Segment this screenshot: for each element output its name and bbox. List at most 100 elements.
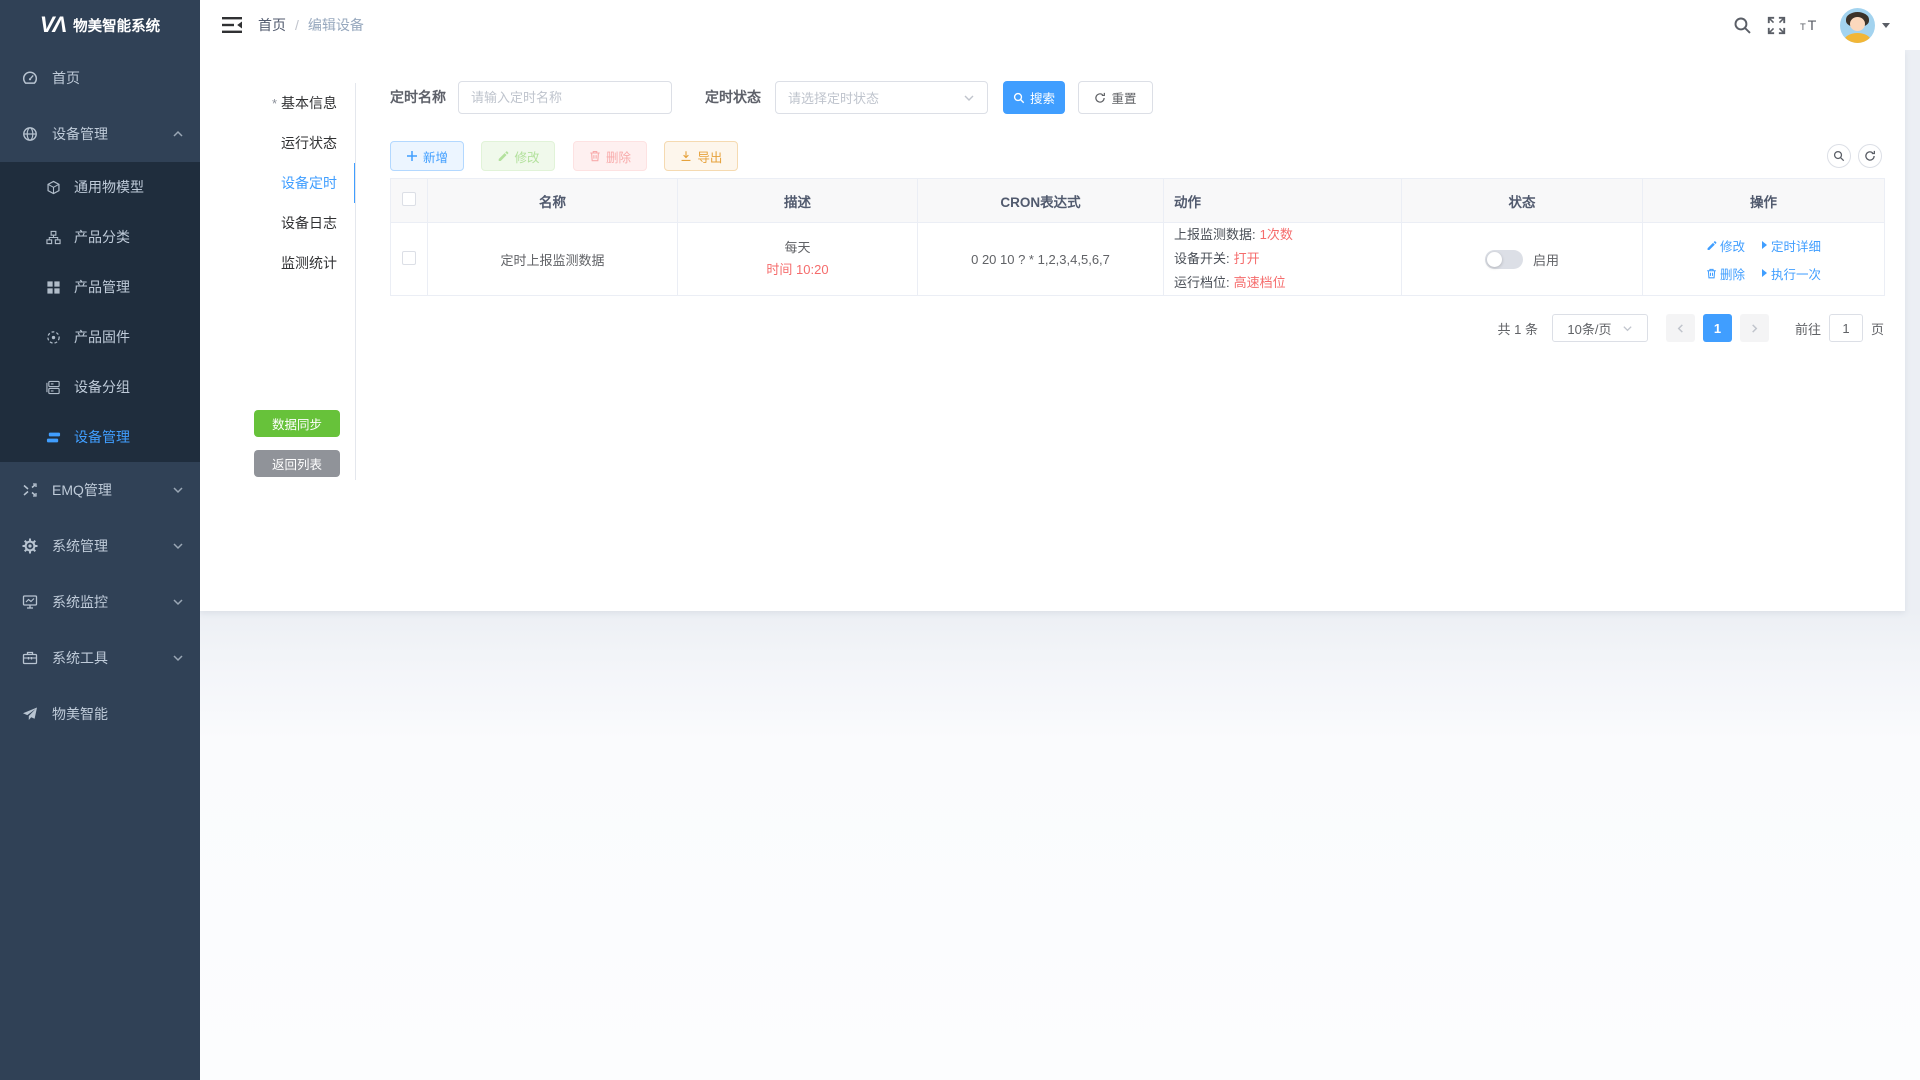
grid-icon <box>46 280 61 295</box>
action-value: 高速档位 <box>1234 275 1286 290</box>
sidebar-subitem-product-category[interactable]: 产品分类 <box>0 212 200 262</box>
cell-cron: 0 20 10 ? * 1,2,3,4,5,6,7 <box>918 223 1164 296</box>
refresh-table-button[interactable] <box>1858 144 1882 168</box>
chevron-down-icon <box>172 484 184 496</box>
edit-icon <box>497 150 509 162</box>
tree-icon <box>46 230 61 245</box>
sidebar-subitem-product-management[interactable]: 产品管理 <box>0 262 200 312</box>
sidebar-item-system-monitor[interactable]: 系统监控 <box>0 574 200 630</box>
back-to-list-button[interactable]: 返回列表 <box>254 450 340 477</box>
timing-panel: 定时名称 定时状态 请选择定时状态 搜索 重置 <box>390 81 1884 114</box>
tab-monitor-stats[interactable]: 监测统计 <box>254 243 355 283</box>
select-placeholder: 请选择定时状态 <box>788 88 879 107</box>
header-operations: 操作 <box>1643 179 1885 223</box>
row-checkbox[interactable] <box>402 251 416 265</box>
sidebar-item-wumei-smart[interactable]: 物美智能 <box>0 686 200 742</box>
pagination: 共 1 条 10条/页 1 前往 页 <box>1498 314 1885 342</box>
chevron-down-icon <box>172 652 184 664</box>
add-button[interactable]: 新增 <box>390 141 464 171</box>
font-size-icon[interactable]: TT <box>1800 15 1820 35</box>
action-line: 设备开关:打开 <box>1174 247 1401 271</box>
op-edit-label: 修改 <box>1720 236 1745 255</box>
user-avatar[interactable] <box>1840 8 1875 43</box>
header-select-all <box>391 179 428 223</box>
server-group-icon <box>46 380 61 395</box>
search-icon[interactable] <box>1732 15 1752 35</box>
breadcrumb-current: 编辑设备 <box>308 15 364 35</box>
sidebar-item-label: 设备管理 <box>52 124 108 144</box>
sidebar-item-device-management[interactable]: 设备管理 <box>0 106 200 162</box>
edit-button[interactable]: 修改 <box>481 141 555 171</box>
export-button-label: 导出 <box>697 147 722 166</box>
breadcrumb: 首页 / 编辑设备 <box>258 15 364 35</box>
sidebar-subitem-thing-model[interactable]: 通用物模型 <box>0 162 200 212</box>
sidebar-item-label: 首页 <box>52 68 80 88</box>
logo-mark-icon: VΛ <box>40 12 65 38</box>
timing-name-input[interactable] <box>458 81 672 114</box>
table-row: 定时上报监测数据 每天 时间 10:20 0 20 10 ? * 1,2,3,4… <box>391 223 1885 296</box>
table-toolbar: 新增 修改 删除 导出 <box>390 141 1884 171</box>
action-label: 上报监测数据: <box>1174 227 1256 242</box>
sidebar-subitem-device-management[interactable]: 设备管理 <box>0 412 200 462</box>
menu-fold-icon[interactable] <box>222 16 242 34</box>
fullscreen-icon[interactable] <box>1766 15 1786 35</box>
device-management-submenu: 通用物模型 产品分类 产品管理 产品固件 设备分组 设备管理 <box>0 162 200 462</box>
sidebar-item-emq-management[interactable]: EMQ管理 <box>0 462 200 518</box>
sidebar-item-label: 系统管理 <box>52 536 108 556</box>
sidebar-item-home[interactable]: 首页 <box>0 50 200 106</box>
pagination-total: 共 1 条 <box>1498 319 1538 338</box>
chevron-right-icon <box>1749 323 1760 334</box>
status-toggle[interactable] <box>1485 250 1523 269</box>
op-run-once-link[interactable]: 执行一次 <box>1762 264 1821 283</box>
toggle-knob <box>1487 252 1502 267</box>
op-timing-detail-link[interactable]: 定时详细 <box>1762 236 1821 255</box>
current-page-button[interactable]: 1 <box>1703 314 1732 342</box>
caret-right-icon <box>1762 269 1767 277</box>
chevron-down-icon <box>1622 323 1633 334</box>
app-logo[interactable]: VΛ 物美智能系统 <box>0 0 200 50</box>
desc-frequency: 每天 <box>678 237 917 259</box>
sidebar-subitem-device-group[interactable]: 设备分组 <box>0 362 200 412</box>
header-action: 动作 <box>1164 179 1402 223</box>
goto-page-input[interactable] <box>1829 314 1863 342</box>
export-button[interactable]: 导出 <box>664 141 738 171</box>
filter-form: 定时名称 定时状态 请选择定时状态 搜索 重置 <box>390 81 1884 114</box>
delete-button[interactable]: 删除 <box>573 141 647 171</box>
data-sync-button[interactable]: 数据同步 <box>254 410 340 437</box>
sidebar-item-label: EMQ管理 <box>52 480 112 500</box>
app-title: 物美智能系统 <box>73 15 160 36</box>
tab-basic-info[interactable]: * 基本信息 <box>254 83 355 123</box>
sidebar-item-label: 系统监控 <box>52 592 108 612</box>
timing-status-select[interactable]: 请选择定时状态 <box>775 81 988 114</box>
search-button[interactable]: 搜索 <box>1003 81 1065 114</box>
table-header-row: 名称 描述 CRON表达式 动作 状态 操作 <box>391 179 1885 223</box>
user-menu[interactable] <box>1840 8 1890 43</box>
download-icon <box>680 150 692 162</box>
header-description: 描述 <box>678 179 918 223</box>
tab-device-timing[interactable]: 设备定时 <box>254 163 355 203</box>
sidebar-subitem-product-firmware[interactable]: 产品固件 <box>0 312 200 362</box>
sidebar-subitem-label: 产品管理 <box>74 277 130 297</box>
page-size-value: 10条/页 <box>1567 319 1611 338</box>
content-card: * 基本信息 运行状态 设备定时 设备日志 监测统计 数据同步 返回列表 定时名… <box>200 50 1905 611</box>
prev-page-button[interactable] <box>1666 314 1695 342</box>
edit-button-label: 修改 <box>514 147 539 166</box>
tab-run-status[interactable]: 运行状态 <box>254 123 355 163</box>
search-button-label: 搜索 <box>1030 88 1055 107</box>
main-area: * 基本信息 运行状态 设备定时 设备日志 监测统计 数据同步 返回列表 定时名… <box>200 50 1920 1080</box>
breadcrumb-home[interactable]: 首页 <box>258 15 286 35</box>
op-edit-link[interactable]: 修改 <box>1706 236 1745 255</box>
page-size-select[interactable]: 10条/页 <box>1552 314 1648 342</box>
next-page-button[interactable] <box>1740 314 1769 342</box>
sidebar-item-system-management[interactable]: 系统管理 <box>0 518 200 574</box>
sidebar-item-system-tools[interactable]: 系统工具 <box>0 630 200 686</box>
gear-icon <box>22 538 38 554</box>
tab-device-log[interactable]: 设备日志 <box>254 203 355 243</box>
reset-button[interactable]: 重置 <box>1078 81 1153 114</box>
action-line: 上报监测数据:1次数 <box>1174 223 1401 247</box>
toggle-search-button[interactable] <box>1827 144 1851 168</box>
op-delete-link[interactable]: 删除 <box>1706 264 1745 283</box>
op-run-label: 执行一次 <box>1771 264 1821 283</box>
select-all-checkbox[interactable] <box>402 192 416 206</box>
firmware-icon <box>46 330 61 345</box>
